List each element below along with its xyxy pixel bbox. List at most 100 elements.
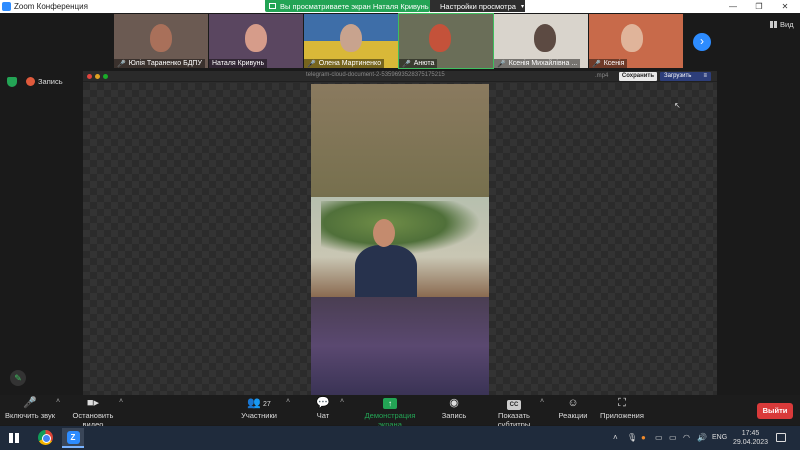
participants-button[interactable]: 👥 27 Участники ˄ [240,395,290,425]
show-subtitles-button[interactable]: CC Показать субтитры ˄ [481,395,547,429]
close-dot-icon [87,74,92,79]
leave-meeting-button[interactable]: Выйти [757,403,793,419]
chrome-icon[interactable] [38,430,53,445]
participant-tile[interactable]: 🎤 Олена Мартиненко [304,14,398,68]
maximize-button[interactable]: ❐ [746,0,772,13]
video-player[interactable] [311,84,489,395]
shared-screen[interactable]: telegram-cloud-document-2-53596935283751… [83,71,717,395]
participant-video [621,24,643,52]
reactions-icon: ☺ [567,397,579,409]
close-window-button[interactable]: ✕ [772,0,798,13]
windows-taskbar: Z ˄ 🎙 ● ▭ ▭ ◠ 🔊 ENG 17:45 29.04.2023 [0,426,800,450]
participant-name: 🎤 Олена Мартиненко [304,59,385,68]
unmute-label: Включить звук [4,411,56,420]
minimize-dot-icon [95,74,100,79]
video-camera-icon: ■▸ [86,397,100,409]
avast-tray-icon[interactable]: ● [641,433,646,442]
chat-icon: 💬 [316,397,330,409]
wifi-icon[interactable]: ◠ [683,433,690,442]
grid-view-icon [770,21,777,28]
stop-video-button[interactable]: ■▸ Остановить видео ˄ [62,395,124,429]
clock-time: 17:45 [741,430,760,437]
chat-label: Чат [316,411,330,420]
person-figure [355,245,417,297]
participant-tile[interactable]: 🎤 Анюта [398,13,494,69]
clock-date: 29.04.2023 [733,439,769,446]
muted-mic-icon: 🎤 [117,60,126,68]
taskbar-clock[interactable]: 17:45 29.04.2023 [733,429,768,447]
mouse-cursor-icon: ↖ [674,101,681,110]
recording-label: Запись [38,77,63,86]
shared-file-extension: .mp4 [595,73,609,79]
participants-label: Участники [241,411,277,420]
windows-start-icon[interactable] [9,433,19,443]
shared-window-titlebar: telegram-cloud-document-2-53596935283751… [83,71,717,82]
participant-video [245,24,267,52]
chevron-down-icon: ▾ [520,3,524,10]
shared-filename: telegram-cloud-document-2-53596935283751… [306,72,445,78]
meeting-toolbar: 🎤 Включить звук ˄ ■▸ Остановить видео ˄ … [0,395,800,429]
viewing-share-text: Вы просматриваете экран Наталя Кривунь [280,1,429,11]
next-participants-button[interactable]: › [693,33,711,51]
download-button[interactable]: Загрузить ≡ [660,72,711,81]
zoom-dot-icon [103,74,108,79]
camera-tray-icon[interactable]: ▭ [655,433,663,442]
closed-captions-icon: CC [481,395,547,411]
chevron-up-icon[interactable]: ˄ [340,398,344,405]
chevron-up-icon[interactable]: ˄ [286,398,290,405]
participants-count: 27 [262,401,271,408]
notifications-icon[interactable] [776,433,786,442]
reactions-label: Реакции [558,411,588,420]
annotate-pencil-icon[interactable]: ✎ [10,370,26,386]
chevron-up-icon[interactable]: ˄ [56,398,60,405]
apps-label: Приложения [600,411,644,420]
participant-tile[interactable]: 🎤 Юлія Тараненко БДПУ [114,14,208,68]
security-shield-icon[interactable] [7,77,17,87]
participant-name: 🎤 Ксенія Михайлівна ... [494,59,581,68]
menu-icon: ≡ [703,73,707,79]
participant-tile[interactable]: 🎤 Ксенія Михайлівна ... [494,14,588,68]
chevron-up-icon[interactable]: ˄ [119,398,123,405]
chevron-up-icon[interactable]: ˄ [540,398,544,405]
recording-icon [26,77,35,86]
person-head [373,219,395,247]
view-button[interactable]: Вид [770,20,794,29]
view-label: Вид [780,20,794,29]
muted-mic-icon: 🎤 [23,397,37,409]
window-title: Zoom Конференция [14,2,88,11]
chevron-up-icon[interactable]: ˄ [613,433,618,442]
unmute-button[interactable]: 🎤 Включить звук ˄ [4,395,60,425]
microphone-tray-icon[interactable]: 🎙 [627,433,637,442]
participant-tile[interactable]: Наталя Кривунь [209,14,303,68]
view-options-label: Настройки просмотра [440,1,516,11]
save-button[interactable]: Сохранить [619,72,657,81]
participant-video [429,24,451,52]
zoom-app-icon: Z [66,431,80,444]
battery-icon[interactable]: ▭ [669,433,677,442]
share-screen-button[interactable]: ↑ Демонстрация экрана [352,395,428,429]
participants-icon: 👥 27 [247,397,271,409]
muted-mic-icon: 🎤 [592,60,601,68]
volume-icon[interactable]: 🔊 [697,433,707,442]
screen-share-icon [269,3,276,9]
record-button[interactable]: ◉ Запись [440,395,468,425]
muted-mic-icon: 🎤 [497,60,506,68]
apps-button[interactable]: ⛶ Приложения [600,395,644,425]
participant-tile[interactable]: 🎤 Ксенія [589,14,683,68]
record-label: Запись [441,411,467,420]
minimize-button[interactable]: — [720,0,746,13]
zoom-taskbar-button[interactable]: Z [62,428,84,448]
zoom-logo-icon [2,2,11,11]
apps-icon: ⛶ [618,397,626,409]
language-indicator[interactable]: ENG [712,434,727,441]
participant-name: 🎤 Анюта [399,59,438,68]
participant-name: 🎤 Ксенія [589,59,628,68]
participant-name: 🎤 Юлія Тараненко БДПУ [114,59,205,68]
reactions-button[interactable]: ☺ Реакции [558,395,588,425]
view-options-button[interactable]: Настройки просмотра ▾ [430,0,525,12]
muted-mic-icon: 🎤 [307,60,316,68]
participant-video [340,24,362,52]
chat-button[interactable]: 💬 Чат ˄ [314,395,344,425]
record-icon: ◉ [449,397,459,409]
participant-name: Наталя Кривунь [209,59,268,68]
